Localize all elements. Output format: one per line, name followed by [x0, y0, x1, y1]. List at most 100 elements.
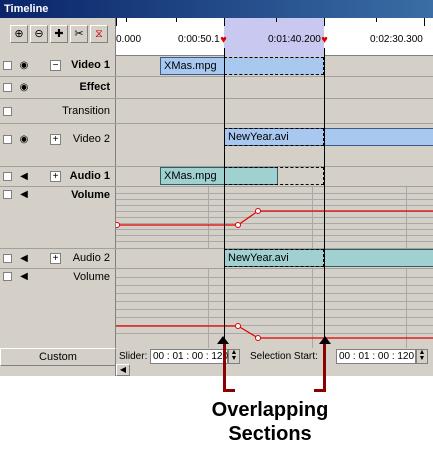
delete-track-button[interactable]: ✂ [70, 25, 88, 43]
annotation-caption: Overlapping Sections [180, 398, 360, 446]
time-ruler[interactable]: 0.000 0:00:50.1 0:01:40.200 0:02:30.300 … [116, 18, 433, 56]
track-header-volume-2[interactable]: ◀ Volume [0, 269, 116, 348]
track-header-panel: ⊕ ⊖ ✚ ✂ ⧖ ◉ − Video 1 ◉ Effect Transitio… [0, 18, 116, 376]
ruler-tick [116, 18, 117, 26]
eye-icon[interactable]: ◉ [18, 82, 30, 93]
ruler-tick [424, 18, 425, 26]
selection-spin-button[interactable]: ▲ ▼ [416, 349, 428, 364]
envelope-point [255, 335, 261, 341]
scroll-left-button[interactable]: ◀ [116, 364, 130, 376]
track-name: Effect [79, 81, 110, 93]
track-checkbox[interactable] [3, 83, 12, 92]
envelope-point [235, 323, 241, 329]
custom-button[interactable]: Custom [0, 348, 116, 366]
ruler-label: 0:01:40.200 [268, 34, 321, 45]
overlap-bracket-left [223, 340, 235, 392]
clip-label: XMas.mpg [164, 60, 217, 72]
eye-icon[interactable]: ◉ [18, 60, 30, 71]
selection-end-line [324, 48, 325, 348]
selection-start-marker-icon[interactable]: ♥ [219, 35, 228, 46]
track-header-effect[interactable]: ◉ Effect [0, 77, 116, 99]
track-name: Transition [62, 105, 110, 117]
selection-start-field[interactable]: 00 : 01 : 00 : 120 [336, 349, 416, 364]
speaker-icon[interactable]: ◀ [18, 171, 30, 182]
track-checkbox[interactable] [3, 254, 12, 263]
slider-label: Slider: [119, 351, 148, 362]
collapse-toggle[interactable]: − [50, 60, 61, 71]
window-title-bar: Timeline [0, 0, 433, 18]
lane-transition[interactable] [116, 99, 433, 124]
track-checkbox[interactable] [3, 135, 12, 144]
expand-toggle[interactable]: + [50, 253, 61, 264]
caption-line-1: Overlapping [211, 399, 329, 421]
track-header-audio-1[interactable]: ◀ + Audio 1 [0, 167, 116, 187]
markers-button[interactable]: ⧖ [90, 25, 108, 43]
markers-icon: ⧖ [95, 28, 103, 40]
lane-video-2[interactable]: NewYear.avi [116, 124, 433, 167]
ruler-tick [276, 18, 277, 22]
track-checkbox[interactable] [3, 190, 12, 199]
envelope-point [116, 222, 120, 228]
ruler-label: 0:02:30.300 [370, 34, 423, 45]
timeline-area[interactable]: 0.000 0:00:50.1 0:01:40.200 0:02:30.300 … [116, 18, 433, 348]
lane-audio-1[interactable]: XMas.mpg [116, 167, 433, 187]
selection-end-marker-icon[interactable]: ♥ [320, 35, 329, 46]
envelope-point [255, 208, 261, 214]
delete-track-icon: ✂ [74, 28, 84, 40]
lane-effect[interactable] [116, 77, 433, 99]
zoom-in-button[interactable]: ⊕ [10, 25, 28, 43]
track-header-transition[interactable]: Transition [0, 99, 116, 124]
track-name: Audio 1 [69, 170, 110, 182]
volume-envelope[interactable] [116, 269, 433, 348]
track-name: Audio 2 [72, 252, 110, 264]
ruler-tick [176, 18, 177, 22]
track-name: Volume [73, 271, 110, 283]
window-title: Timeline [4, 3, 49, 15]
selection-start-label: Selection Start: [250, 351, 318, 362]
ruler-tick [224, 18, 225, 26]
custom-label: Custom [39, 351, 77, 363]
ruler-label: 0.000 [116, 34, 142, 45]
ruler-tick [324, 18, 325, 26]
volume-envelope[interactable] [116, 187, 433, 249]
track-checkbox[interactable] [3, 61, 12, 70]
track-checkbox[interactable] [3, 107, 12, 116]
status-bar: Slider: 00 : 01 : 00 : 120 ▲ ▼ Selection … [116, 348, 433, 376]
ruler-label: 0:00:50.1 [178, 34, 220, 45]
zoom-out-button[interactable]: ⊖ [30, 25, 48, 43]
ruler-tick [376, 18, 377, 22]
lane-video-1[interactable]: XMas.mpg [116, 56, 433, 77]
eye-icon[interactable]: ◉ [18, 134, 30, 145]
envelope-point [235, 222, 241, 228]
ruler-tick [126, 18, 127, 22]
slider-time-field[interactable]: 00 : 01 : 00 : 120 [150, 349, 228, 364]
zoom-in-icon: ⊕ [14, 28, 24, 40]
clip-label: XMas.mpg [164, 170, 217, 182]
speaker-icon[interactable]: ◀ [18, 271, 30, 282]
track-header-video-1[interactable]: ◉ − Video 1 [0, 55, 116, 77]
add-track-button[interactable]: ✚ [50, 25, 68, 43]
overlap-region[interactable] [224, 167, 324, 185]
track-header-video-2[interactable]: ◉ + Video 2 [0, 124, 116, 167]
lane-audio-2[interactable]: NewYear.avi [116, 249, 433, 269]
lane-volume-2[interactable] [116, 269, 433, 348]
overlap-region[interactable] [224, 249, 324, 267]
overlap-bracket-right [314, 340, 326, 392]
expand-toggle[interactable]: + [50, 134, 61, 145]
track-name: Video 1 [71, 59, 110, 71]
expand-toggle[interactable]: + [50, 171, 61, 182]
track-checkbox[interactable] [3, 172, 12, 181]
lane-volume-1[interactable] [116, 187, 433, 249]
arrow-up-icon [217, 336, 229, 344]
track-header-audio-2[interactable]: ◀ + Audio 2 [0, 249, 116, 269]
track-checkbox[interactable] [3, 272, 12, 281]
speaker-icon[interactable]: ◀ [18, 253, 30, 264]
overlap-region[interactable] [224, 128, 324, 146]
overlap-region[interactable] [224, 57, 324, 75]
caption-line-2: Sections [228, 423, 312, 445]
speaker-icon[interactable]: ◀ [18, 189, 30, 200]
track-header-volume-1[interactable]: ◀ Volume [0, 187, 116, 249]
track-name: Volume [71, 189, 110, 201]
track-name: Video 2 [72, 133, 110, 145]
selection-start-line [224, 48, 225, 348]
